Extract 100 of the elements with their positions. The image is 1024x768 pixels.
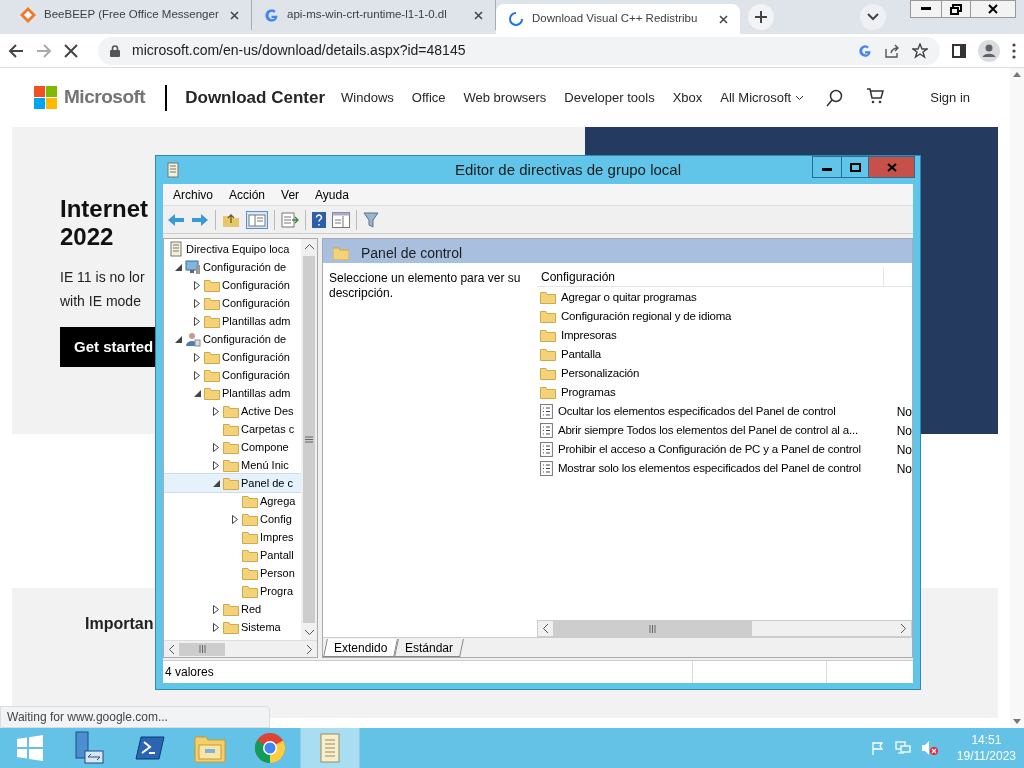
tree-item[interactable]: Menú Inic	[164, 456, 301, 474]
close-tab-icon[interactable]	[719, 14, 728, 24]
page-scrollbar[interactable]	[1010, 68, 1024, 728]
tree-item[interactable]: Configuración	[164, 294, 301, 312]
tree-item[interactable]: Plantillas adm	[164, 312, 301, 330]
folder-name[interactable]: Personalización	[556, 364, 896, 383]
collapsed-arrow-icon[interactable]	[213, 460, 219, 470]
browser-tab[interactable]: BeeBEEP (Free Office Messenger	[8, 0, 252, 30]
nav-link[interactable]: Windows	[341, 87, 394, 108]
scroll-thumb[interactable]	[179, 642, 225, 656]
menu-item[interactable]: Acción	[223, 185, 272, 204]
collapsed-arrow-icon[interactable]	[213, 406, 219, 416]
collapsed-arrow-icon[interactable]	[194, 316, 200, 326]
tree-item[interactable]: Compone	[164, 438, 301, 456]
tree-item[interactable]: Configuración	[164, 366, 301, 384]
tree-item[interactable]: Panel de c	[164, 474, 301, 492]
close-button[interactable]	[971, 1, 1015, 17]
collapsed-arrow-icon[interactable]	[213, 442, 219, 452]
folder-name[interactable]: Pantalla	[556, 345, 896, 364]
tree-item[interactable]: Agrega	[164, 492, 301, 510]
tree-item[interactable]: Person	[164, 564, 301, 582]
star-icon[interactable]	[912, 42, 928, 59]
google-icon[interactable]	[858, 43, 872, 58]
tree-vertical-scrollbar[interactable]	[301, 239, 317, 640]
expanded-arrow-icon[interactable]	[212, 479, 220, 487]
expanded-arrow-icon[interactable]	[174, 335, 182, 343]
scroll-right-icon[interactable]	[307, 644, 312, 654]
expanded-arrow-icon[interactable]	[193, 389, 201, 397]
tree-item[interactable]: Carpetas c	[164, 420, 301, 438]
collapsed-arrow-icon[interactable]	[213, 622, 219, 632]
setting-name[interactable]: Prohibir el acceso a Configuración de PC y a Panel de control	[552, 440, 891, 459]
side-panel-icon[interactable]	[952, 43, 966, 58]
tree-item[interactable]: Configuración de	[164, 258, 301, 276]
folder-name[interactable]: Agregar o quitar programas	[556, 288, 896, 307]
back-icon[interactable]	[8, 42, 24, 59]
tree-item[interactable]: Impres	[164, 528, 301, 546]
tree-item[interactable]: Directiva Equipo loca	[164, 240, 301, 258]
show-action-pane-icon[interactable]	[332, 211, 350, 228]
filter-icon[interactable]	[363, 211, 379, 228]
tree-item[interactable]: Plantillas adm	[164, 384, 301, 402]
minimize-button[interactable]	[911, 1, 941, 17]
scroll-down-icon[interactable]	[1013, 719, 1021, 724]
collapsed-arrow-icon[interactable]	[194, 370, 200, 380]
tree-horizontal-scrollbar[interactable]	[164, 640, 317, 657]
tab-search-button[interactable]	[860, 4, 886, 30]
scroll-left-icon[interactable]	[169, 644, 174, 654]
menu-item[interactable]: Ver	[275, 185, 306, 204]
nav-link[interactable]: Xbox	[672, 87, 703, 108]
scroll-thumb[interactable]	[303, 256, 315, 623]
scroll-right-icon[interactable]	[901, 624, 906, 633]
tree-item[interactable]: Pantall	[164, 546, 301, 564]
setting-name[interactable]: Mostrar solo los elementos especificados del Panel de control	[552, 459, 891, 478]
tree-item[interactable]: Progra	[164, 582, 301, 600]
collapsed-arrow-icon[interactable]	[194, 280, 200, 290]
maximize-button[interactable]	[841, 157, 869, 177]
scroll-up-icon[interactable]	[304, 244, 314, 249]
browser-tab[interactable]: Download Visual C++ Redistribu	[496, 4, 740, 34]
tree-item[interactable]: Sistema	[164, 618, 301, 636]
tree-item[interactable]: Configuración de	[164, 330, 301, 348]
scroll-thumb[interactable]	[553, 621, 752, 636]
collapsed-arrow-icon[interactable]	[194, 298, 200, 308]
tree-item[interactable]: Red	[164, 600, 301, 618]
tree-item[interactable]: Active Des	[164, 402, 301, 420]
cart-icon[interactable]	[866, 87, 885, 104]
view-tab[interactable]: Extendido	[323, 639, 399, 657]
expanded-arrow-icon[interactable]	[174, 263, 182, 271]
export-list-icon[interactable]	[281, 211, 299, 228]
setting-name[interactable]: Ocultar los elementos especificados del Panel de control	[552, 402, 891, 421]
profile-avatar[interactable]	[978, 39, 1000, 62]
help-icon[interactable]	[312, 211, 326, 228]
stop-icon[interactable]	[64, 43, 78, 58]
get-started-button[interactable]: Get started	[60, 327, 155, 367]
scroll-left-icon[interactable]	[543, 624, 548, 633]
tree-item[interactable]: Configuración	[164, 348, 301, 366]
site-section-title[interactable]: Download Center	[185, 84, 326, 111]
collapsed-arrow-icon[interactable]	[232, 514, 238, 524]
nav-link[interactable]: All Microsoft	[720, 87, 805, 108]
list-horizontal-scrollbar[interactable]	[537, 620, 912, 637]
nav-link[interactable]: Office	[411, 87, 446, 108]
menu-item[interactable]: Ayuda	[309, 185, 355, 204]
nav-link[interactable]: Web browsers	[463, 87, 547, 108]
scroll-up-icon[interactable]	[1013, 72, 1021, 77]
close-tab-icon[interactable]	[230, 10, 239, 20]
show-hide-tree-icon[interactable]	[246, 210, 268, 229]
new-tab-button[interactable]	[748, 4, 774, 30]
view-tab[interactable]: Estándar	[394, 639, 465, 657]
sign-in-link[interactable]: Sign in	[930, 87, 970, 108]
speaker-muted-icon[interactable]	[920, 740, 939, 756]
maximize-button[interactable]	[941, 1, 971, 17]
search-icon[interactable]	[826, 88, 845, 107]
folder-name[interactable]: Impresoras	[556, 326, 896, 345]
folder-name[interactable]: Programas	[556, 383, 896, 402]
folder-name[interactable]: Configuración regional y de idioma	[556, 307, 896, 326]
tree-item[interactable]: Configuración	[164, 276, 301, 294]
column-header[interactable]: Configuración	[537, 267, 884, 286]
tree-item[interactable]: Config	[164, 510, 301, 528]
menu-item[interactable]: Archivo	[167, 185, 219, 204]
collapsed-arrow-icon[interactable]	[213, 604, 219, 614]
scroll-down-icon[interactable]	[304, 630, 314, 635]
collapsed-arrow-icon[interactable]	[194, 352, 200, 362]
